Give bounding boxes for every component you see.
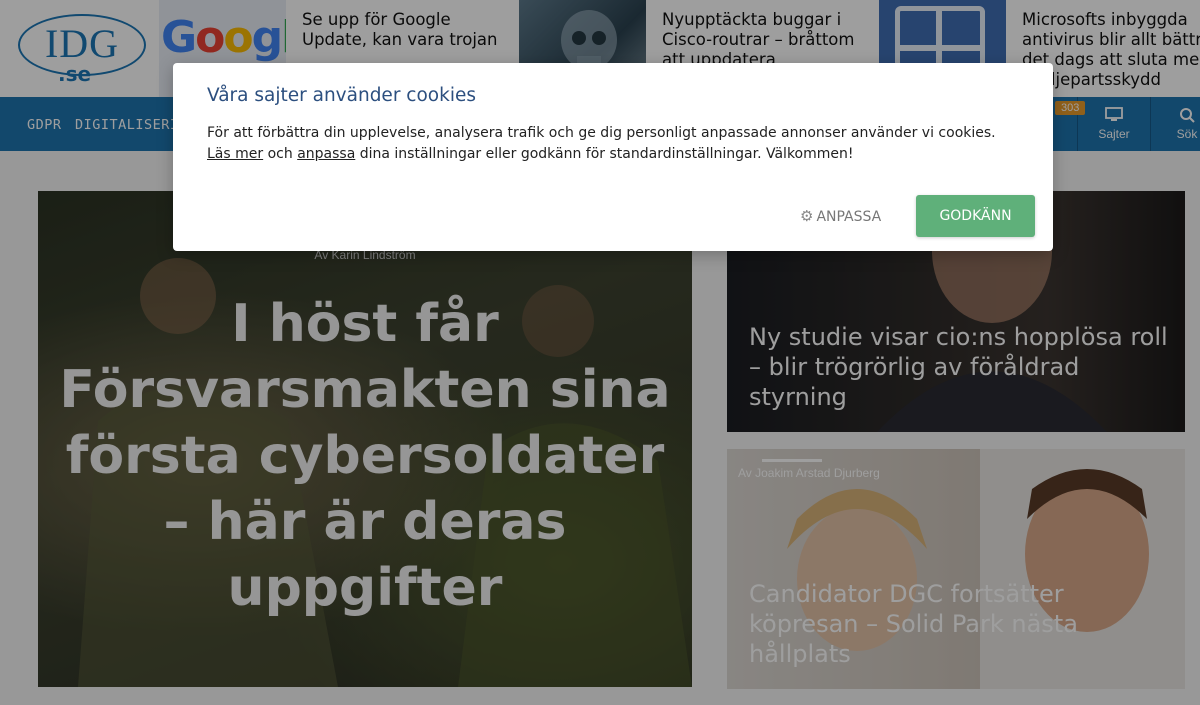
cookie-dialog-text: För att förbättra din upplevelse, analys… bbox=[207, 123, 1007, 165]
customize-link[interactable]: anpassa bbox=[297, 146, 355, 162]
customize-button[interactable]: ⚙ ANPASSA bbox=[800, 207, 881, 225]
cookie-text-and: och bbox=[263, 146, 298, 162]
cookie-text-2: dina inställningar eller godkänn för sta… bbox=[355, 146, 854, 162]
cookie-consent-dialog: Våra sajter använder cookies För att för… bbox=[173, 63, 1053, 251]
cookie-dialog-title: Våra sajter använder cookies bbox=[207, 85, 476, 106]
read-more-link[interactable]: Läs mer bbox=[207, 146, 263, 162]
cookie-text-1: För att förbättra din upplevelse, analys… bbox=[207, 125, 996, 141]
gear-icon: ⚙ bbox=[800, 207, 814, 225]
accept-cookies-button[interactable]: GODKÄNN bbox=[916, 195, 1035, 237]
customize-button-label: ANPASSA bbox=[816, 209, 882, 225]
